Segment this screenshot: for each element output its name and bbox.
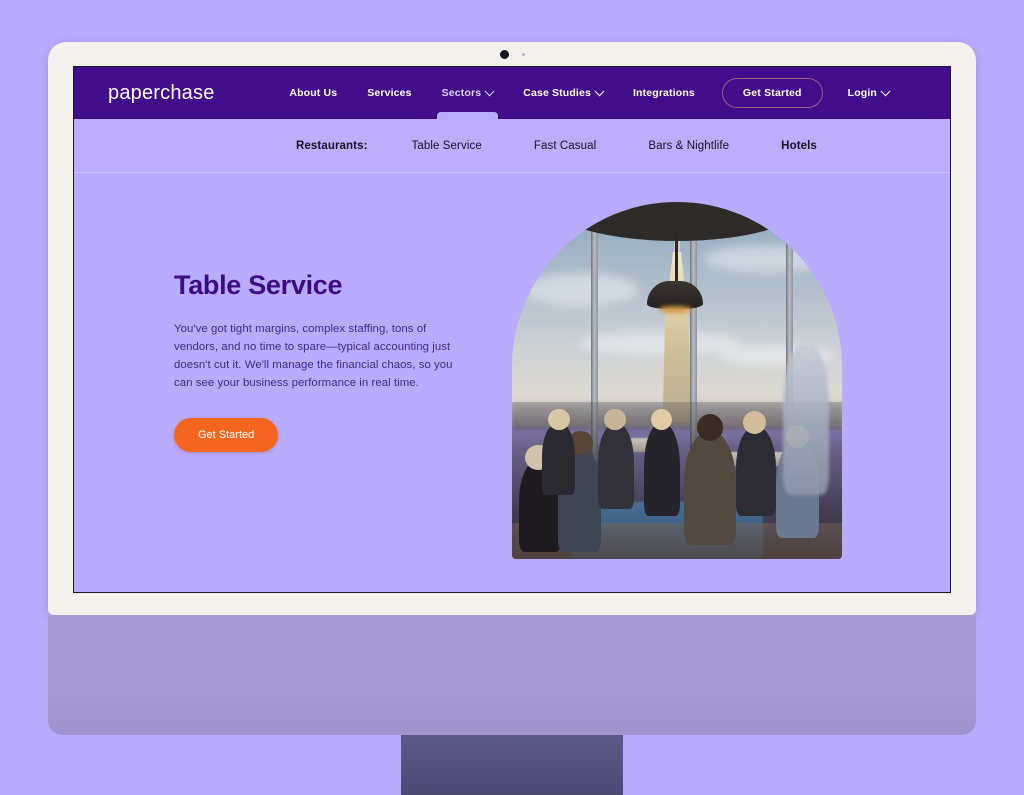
- nav-item-login[interactable]: Login: [833, 67, 904, 119]
- nav-item-case-studies[interactable]: Case Studies: [508, 67, 618, 119]
- cloud-shape: [703, 244, 829, 274]
- sector-subnav: Restaurants: Table Service Fast Casual B…: [74, 119, 950, 173]
- diner-figure: [644, 423, 681, 517]
- diner-figure: [736, 426, 776, 517]
- browser-viewport: paperchase About Us Services Sectors Cas…: [73, 66, 951, 593]
- nav-label: Sectors: [441, 87, 482, 99]
- chevron-down-icon: [594, 85, 605, 96]
- nav-item-services[interactable]: Services: [352, 67, 426, 119]
- site-navbar: paperchase About Us Services Sectors Cas…: [74, 67, 950, 119]
- monitor-frame: paperchase About Us Services Sectors Cas…: [48, 42, 976, 735]
- nav-label: Login: [847, 87, 877, 99]
- monitor-chin: [48, 615, 976, 735]
- waiter-figure: [782, 344, 829, 495]
- hero-description: You've got tight margins, complex staffi…: [174, 323, 453, 390]
- hero-section: Table Service You've got tight margins, …: [74, 173, 950, 592]
- nav-label: About Us: [289, 87, 338, 99]
- active-tab-indicator: [436, 112, 499, 119]
- diner-figure: [541, 423, 575, 495]
- page-bottom-edge: [74, 592, 950, 593]
- camera-dot-icon: [499, 49, 509, 59]
- nav-label: Case Studies: [523, 87, 591, 99]
- nav-get-started-button[interactable]: Get Started: [721, 78, 823, 108]
- diner-head: [548, 409, 570, 431]
- hero-copy-block: Table Service You've got tight margins, …: [174, 270, 464, 453]
- subnav-group-label: Restaurants:: [296, 139, 368, 152]
- hero-get-started-button[interactable]: Get Started: [174, 418, 279, 453]
- nav-item-about-us[interactable]: About Us: [274, 67, 352, 119]
- subnav-item-bars-nightlife[interactable]: Bars & Nightlife: [648, 140, 729, 152]
- pendant-lamp-rod: [674, 234, 678, 285]
- subnav-item-hotels[interactable]: Hotels: [781, 140, 817, 152]
- subnav-item-table-service[interactable]: Table Service: [412, 140, 482, 152]
- hero-image-arch: [512, 202, 842, 559]
- subnav-item-fast-casual[interactable]: Fast Casual: [534, 140, 596, 152]
- restaurant-photo: [512, 202, 842, 559]
- cloud-shape: [525, 273, 638, 306]
- page-title: Table Service: [174, 270, 343, 300]
- nav-label: Integrations: [632, 87, 695, 99]
- monitor-stand: [401, 735, 623, 795]
- diner-head: [743, 410, 767, 435]
- primary-nav: About Us Services Sectors Case Studies I…: [274, 67, 950, 119]
- brand-logo[interactable]: paperchase: [108, 82, 215, 105]
- nav-item-integrations[interactable]: Integrations: [618, 67, 710, 119]
- nav-item-sectors[interactable]: Sectors: [427, 67, 509, 119]
- sensor-dot-icon: [521, 52, 525, 56]
- chevron-down-icon: [880, 85, 891, 96]
- nav-label: Services: [367, 87, 412, 99]
- diner-figure: [683, 430, 737, 545]
- diner-figure: [597, 423, 635, 510]
- monitor-top-bezel: [48, 42, 976, 66]
- chevron-down-icon: [484, 85, 495, 96]
